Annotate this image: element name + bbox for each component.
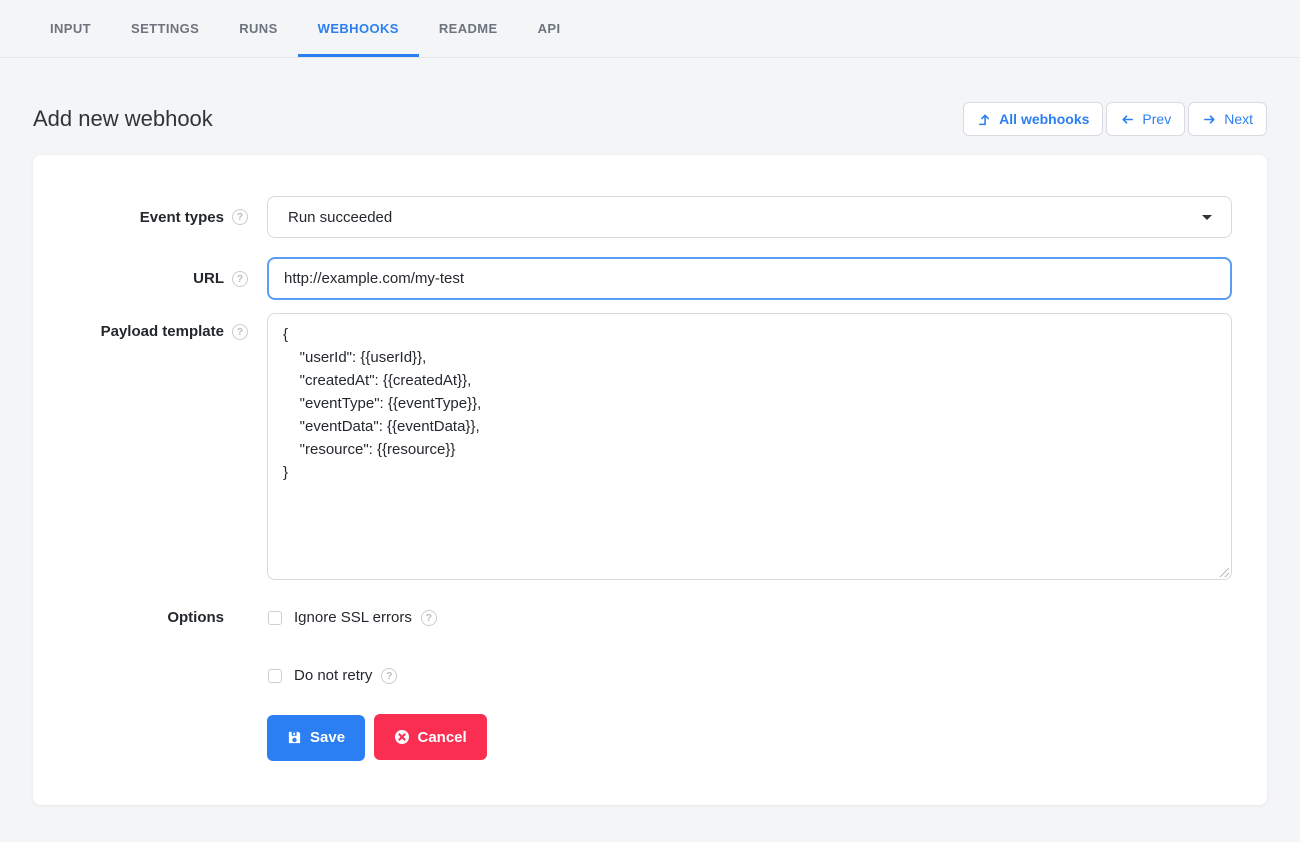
event-types-selected-value: Run succeeded: [288, 209, 392, 226]
prev-button[interactable]: Prev: [1106, 102, 1185, 136]
tab-input[interactable]: INPUT: [30, 0, 111, 57]
next-button[interactable]: Next: [1188, 102, 1267, 136]
chevron-down-icon: [1202, 215, 1212, 220]
help-icon[interactable]: ?: [232, 324, 248, 340]
actions-row: Save Cancel: [68, 714, 1232, 761]
page-header: Add new webhook All webhooks Prev: [0, 102, 1300, 136]
tab-readme[interactable]: README: [419, 0, 518, 57]
ignore-ssl-errors-label: Ignore SSL errors: [294, 609, 412, 626]
tab-webhooks[interactable]: WEBHOOKS: [298, 0, 419, 57]
help-icon[interactable]: ?: [232, 209, 248, 225]
next-label: Next: [1224, 111, 1253, 127]
floppy-disk-icon: [287, 730, 302, 745]
url-label: URL: [193, 270, 224, 287]
help-icon[interactable]: ?: [381, 668, 397, 684]
do-not-retry-checkbox[interactable]: [268, 669, 282, 683]
do-not-retry-label: Do not retry: [294, 667, 372, 684]
arrow-right-icon: [1202, 112, 1217, 127]
tab-api[interactable]: API: [518, 0, 581, 57]
tab-runs[interactable]: RUNS: [219, 0, 297, 57]
ignore-ssl-errors-checkbox[interactable]: [268, 611, 282, 625]
cancel-button[interactable]: Cancel: [374, 714, 487, 760]
save-label: Save: [310, 729, 345, 746]
arrow-left-icon: [1120, 112, 1135, 127]
header-button-group: All webhooks Prev Next: [963, 102, 1267, 136]
cancel-label: Cancel: [418, 729, 467, 746]
url-row: URL ?: [68, 257, 1232, 300]
tab-bar: INPUT SETTINGS RUNS WEBHOOKS README API: [0, 0, 1300, 58]
label-spacer: [232, 610, 248, 626]
arrow-up-with-tail-icon: [977, 112, 992, 127]
event-types-select[interactable]: Run succeeded: [267, 196, 1232, 238]
payload-template-label-cell: Payload template ?: [68, 313, 248, 340]
event-types-label-cell: Event types ?: [68, 209, 248, 226]
payload-template-textarea[interactable]: { "userId": {{userId}}, "createdAt": {{c…: [267, 313, 1232, 580]
help-icon[interactable]: ?: [232, 271, 248, 287]
url-input[interactable]: [267, 257, 1232, 300]
prev-label: Prev: [1142, 111, 1171, 127]
all-webhooks-label: All webhooks: [999, 111, 1089, 127]
ignore-ssl-errors-option: Ignore SSL errors ?: [267, 609, 1232, 626]
payload-template-row: Payload template ? { "userId": {{userId}…: [68, 313, 1232, 580]
do-not-retry-option: Do not retry ?: [267, 667, 1232, 684]
x-circle-icon: [394, 729, 410, 745]
save-button[interactable]: Save: [267, 715, 365, 761]
all-webhooks-button[interactable]: All webhooks: [963, 102, 1103, 136]
do-not-retry-row: Do not retry ?: [68, 667, 1232, 684]
page-title: Add new webhook: [33, 106, 213, 132]
options-label-cell: Options: [68, 609, 248, 626]
options-row: Options Ignore SSL errors ?: [68, 609, 1232, 626]
url-label-cell: URL ?: [68, 270, 248, 287]
payload-template-label: Payload template: [101, 323, 224, 340]
options-label: Options: [167, 609, 224, 626]
event-types-label: Event types: [140, 209, 224, 226]
webhook-form-card: Event types ? Run succeeded URL ? Payloa…: [33, 155, 1267, 805]
event-types-row: Event types ? Run succeeded: [68, 196, 1232, 238]
help-icon[interactable]: ?: [421, 610, 437, 626]
tab-settings[interactable]: SETTINGS: [111, 0, 219, 57]
